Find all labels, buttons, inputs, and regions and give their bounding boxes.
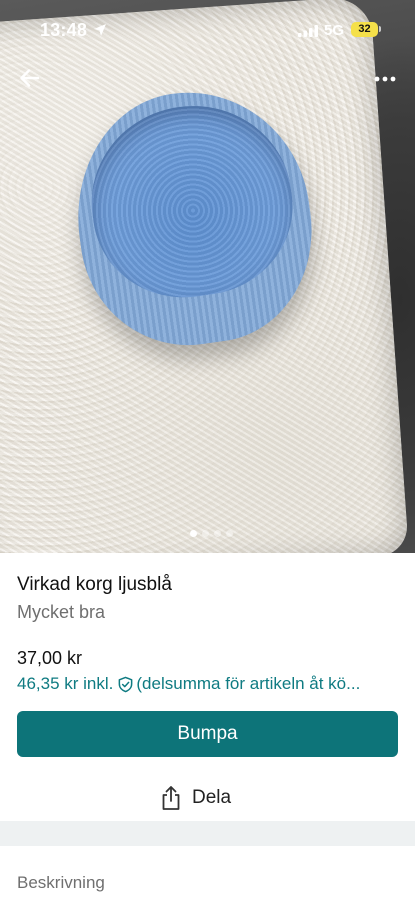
arrow-left-icon xyxy=(20,69,40,87)
more-options-button[interactable] xyxy=(368,64,402,94)
price-incl-note: (delsumma för artikeln åt kö... xyxy=(136,674,361,693)
share-icon xyxy=(162,786,180,810)
bump-button[interactable]: Bumpa xyxy=(17,711,398,757)
share-button[interactable]: Dela xyxy=(160,783,231,813)
status-time: 13:48 xyxy=(40,20,88,40)
battery-indicator: 32 xyxy=(351,22,378,37)
price-incl-buyer-protection[interactable]: 46,35 kr inkl. (delsumma för artikeln åt… xyxy=(17,674,402,694)
gallery-dot[interactable] xyxy=(190,529,197,537)
item-photo[interactable] xyxy=(0,0,415,553)
signal-icon xyxy=(298,25,318,37)
gallery-dot[interactable] xyxy=(214,529,221,537)
item-condition: Mycket bra xyxy=(17,602,106,622)
shield-check-icon xyxy=(118,676,133,692)
gallery-page-indicator xyxy=(190,529,233,537)
status-bar: 13:48 5G 32 xyxy=(0,0,415,60)
price-incl-value: 46,35 kr inkl. xyxy=(17,674,114,693)
gallery-dot[interactable] xyxy=(226,529,233,537)
network-type: 5G xyxy=(324,22,345,39)
description-heading: Beskrivning xyxy=(17,873,105,892)
location-arrow-icon xyxy=(94,24,106,36)
back-button[interactable] xyxy=(14,62,46,94)
item-price: 37,00 kr xyxy=(17,648,83,668)
item-title: Virkad korg ljusblå xyxy=(17,574,172,595)
photo-basket xyxy=(61,77,327,359)
gallery-dot[interactable] xyxy=(202,529,209,537)
section-divider xyxy=(0,821,415,846)
more-horizontal-icon xyxy=(374,76,396,82)
battery-tip xyxy=(379,26,381,32)
share-label: Dela xyxy=(192,787,232,808)
